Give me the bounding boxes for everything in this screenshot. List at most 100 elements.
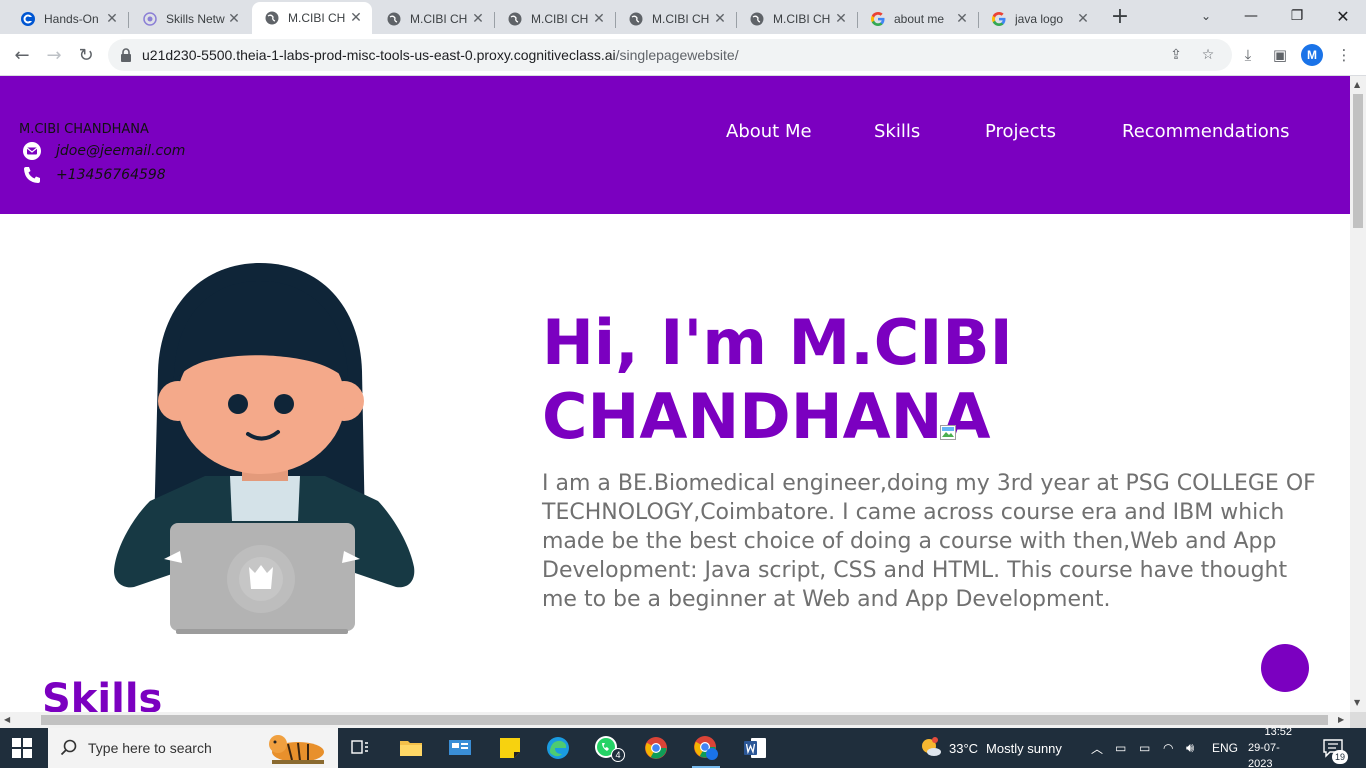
weather-widget[interactable]: 33°C Mostly sunny <box>918 728 1062 768</box>
tab-skills-network[interactable]: Skills Netw ✕ <box>130 4 250 34</box>
clock-date: 29-07-2023 <box>1248 742 1280 770</box>
globe-icon <box>628 11 644 27</box>
chrome-profile-icon[interactable] <box>692 734 720 768</box>
meet-now-icon[interactable]: ▭ <box>1115 728 1126 768</box>
input-language[interactable]: ENG <box>1212 728 1238 768</box>
tab-active-site[interactable]: M.CIBI CH ✕ <box>252 2 372 34</box>
side-panel-icon[interactable]: ▣ <box>1269 44 1291 66</box>
tab-label: M.CIBI CH <box>652 12 710 26</box>
skills-section-heading: Skills <box>42 676 163 712</box>
chrome-icon[interactable] <box>642 734 670 762</box>
nav-projects[interactable]: Projects <box>985 121 1056 142</box>
battery-icon[interactable]: ▭ <box>1139 728 1150 768</box>
tab-site-4[interactable]: M.CIBI CH ✕ <box>616 4 737 34</box>
horizontal-scroll-thumb[interactable] <box>41 715 1328 725</box>
close-window-button[interactable]: ✕ <box>1320 0 1366 32</box>
tab-label: M.CIBI CH <box>773 12 831 26</box>
globe-icon <box>386 11 402 27</box>
wifi-icon[interactable]: ◠ <box>1163 728 1173 768</box>
weather-temperature: 33°C <box>949 740 979 756</box>
back-button[interactable]: ← <box>8 41 36 69</box>
search-icon <box>60 739 78 757</box>
tab-label: about me <box>894 12 945 26</box>
tab-site-2[interactable]: M.CIBI CH ✕ <box>374 4 495 34</box>
email-text[interactable]: jdoe@jeemail.com <box>56 143 185 159</box>
close-tab-icon[interactable]: ✕ <box>833 11 849 27</box>
tab-site-3[interactable]: M.CIBI CH ✕ <box>495 4 616 34</box>
girl-with-laptop-illustration <box>114 263 415 634</box>
windows-taskbar: Type here to search 4 33°C Mostly sunny … <box>0 726 1366 770</box>
vertical-scrollbar[interactable]: ▲ ▼ <box>1350 76 1366 712</box>
nav-about-me[interactable]: About Me <box>726 121 812 142</box>
weather-description: Mostly sunny <box>986 740 1062 756</box>
nav-skills[interactable]: Skills <box>874 121 920 142</box>
close-tab-icon[interactable]: ✕ <box>104 11 120 27</box>
site-header: M.CIBI CHANDHANA jdoe@jeemail.com +13456… <box>0 76 1350 214</box>
file-explorer-icon[interactable] <box>397 734 425 762</box>
tray-chevron-icon[interactable]: ︿ <box>1091 728 1103 768</box>
tab-hands-on[interactable]: Hands-On ✕ <box>8 4 129 34</box>
edge-browser-icon[interactable] <box>544 734 572 762</box>
close-tab-icon[interactable]: ✕ <box>591 11 607 27</box>
close-tab-icon[interactable]: ✕ <box>712 11 728 27</box>
close-tab-icon[interactable]: ✕ <box>348 10 364 26</box>
scroll-left-arrow-icon[interactable]: ◀ <box>4 715 10 724</box>
tiger-search-highlight-icon <box>262 730 334 770</box>
restore-button[interactable]: ❐ <box>1274 0 1320 32</box>
search-placeholder: Type here to search <box>88 740 212 756</box>
tab-search-dropdown-icon[interactable]: ⌄ <box>1196 6 1216 26</box>
address-bar[interactable]: u21d230-5500.theia-1-labs-prod-misc-tool… <box>108 39 1232 71</box>
word-icon[interactable] <box>741 734 769 762</box>
close-tab-icon[interactable]: ✕ <box>1075 11 1091 27</box>
clock-time: 13:52 <box>1264 726 1292 738</box>
notification-count-badge: 19 <box>1332 750 1348 764</box>
profile-avatar[interactable]: M <box>1301 44 1323 66</box>
share-icon[interactable]: ⇪ <box>1166 45 1186 65</box>
site-owner-name: M.CIBI CHANDHANA <box>19 122 149 137</box>
windows-start-icon[interactable] <box>12 738 32 758</box>
globe-icon <box>749 11 765 27</box>
scroll-up-arrow-icon[interactable]: ▲ <box>1354 80 1360 89</box>
download-icon[interactable]: ⤓ <box>1237 44 1259 66</box>
vertical-scroll-thumb[interactable] <box>1353 94 1363 228</box>
horizontal-scrollbar[interactable]: ◀ ▶ <box>0 712 1350 728</box>
close-tab-icon[interactable]: ✕ <box>954 11 970 27</box>
new-tab-button[interactable]: + <box>1108 6 1132 30</box>
floating-action-button[interactable] <box>1261 644 1309 692</box>
close-tab-icon[interactable]: ✕ <box>226 11 242 27</box>
scroll-right-arrow-icon[interactable]: ▶ <box>1338 715 1344 724</box>
nav-recommendations[interactable]: Recommendations <box>1122 121 1290 142</box>
whatsapp-unread-badge: 4 <box>611 748 625 762</box>
task-view-icon[interactable] <box>346 734 374 762</box>
tab-google-about-me[interactable]: about me ✕ <box>858 4 979 34</box>
phone-text[interactable]: +13456764598 <box>56 167 166 183</box>
forward-button[interactable]: → <box>40 41 68 69</box>
sticky-notes-icon[interactable] <box>496 734 524 762</box>
globe-icon <box>507 11 523 27</box>
tab-site-5[interactable]: M.CIBI CH ✕ <box>737 4 858 34</box>
url-text[interactable]: u21d230-5500.theia-1-labs-prod-misc-tool… <box>142 47 739 63</box>
notification-center-icon[interactable]: 19 <box>1322 728 1348 768</box>
globe-icon <box>264 10 280 26</box>
more-menu-icon[interactable]: ⋮ <box>1333 44 1355 66</box>
whatsapp-icon[interactable]: 4 <box>593 734 625 762</box>
minimize-button[interactable]: — <box>1228 0 1274 32</box>
clock[interactable]: 13:52 29-07-2023 <box>1248 726 1292 770</box>
bookmark-star-icon[interactable]: ☆ <box>1198 45 1218 65</box>
taskbar-search-box[interactable]: Type here to search <box>48 728 338 768</box>
scroll-down-arrow-icon[interactable]: ▼ <box>1354 698 1360 707</box>
email-icon <box>22 141 42 161</box>
tab-google-java-logo[interactable]: java logo ✕ <box>979 4 1099 34</box>
scrollbar-corner <box>1350 712 1366 728</box>
email-contact: jdoe@jeemail.com <box>22 141 185 161</box>
browser-toolbar: ← → ↻ u21d230-5500.theia-1-labs-prod-mis… <box>0 34 1366 76</box>
control-panel-icon[interactable] <box>446 734 474 762</box>
lock-icon[interactable] <box>120 47 134 63</box>
reload-button[interactable]: ↻ <box>72 41 100 69</box>
google-icon <box>870 11 886 27</box>
volume-icon[interactable]: 🔊︎ <box>1186 728 1194 768</box>
close-tab-icon[interactable]: ✕ <box>470 11 486 27</box>
tab-label: Hands-On <box>44 12 99 26</box>
tab-label: M.CIBI CH <box>410 12 468 26</box>
tab-label: java logo <box>1015 12 1064 26</box>
